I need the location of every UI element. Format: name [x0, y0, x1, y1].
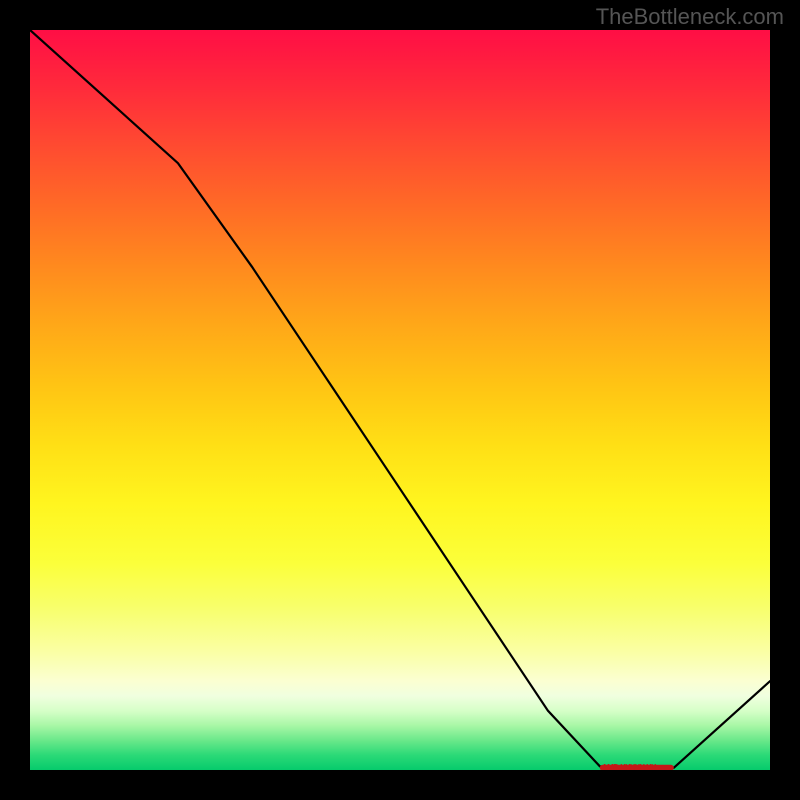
- bottleneck-curve: [30, 30, 770, 770]
- watermark-text: TheBottleneck.com: [596, 4, 784, 30]
- chart-plot-area: AMD XXXXX XX: [30, 30, 770, 770]
- marker-label: AMD XXXXX XX: [602, 763, 656, 772]
